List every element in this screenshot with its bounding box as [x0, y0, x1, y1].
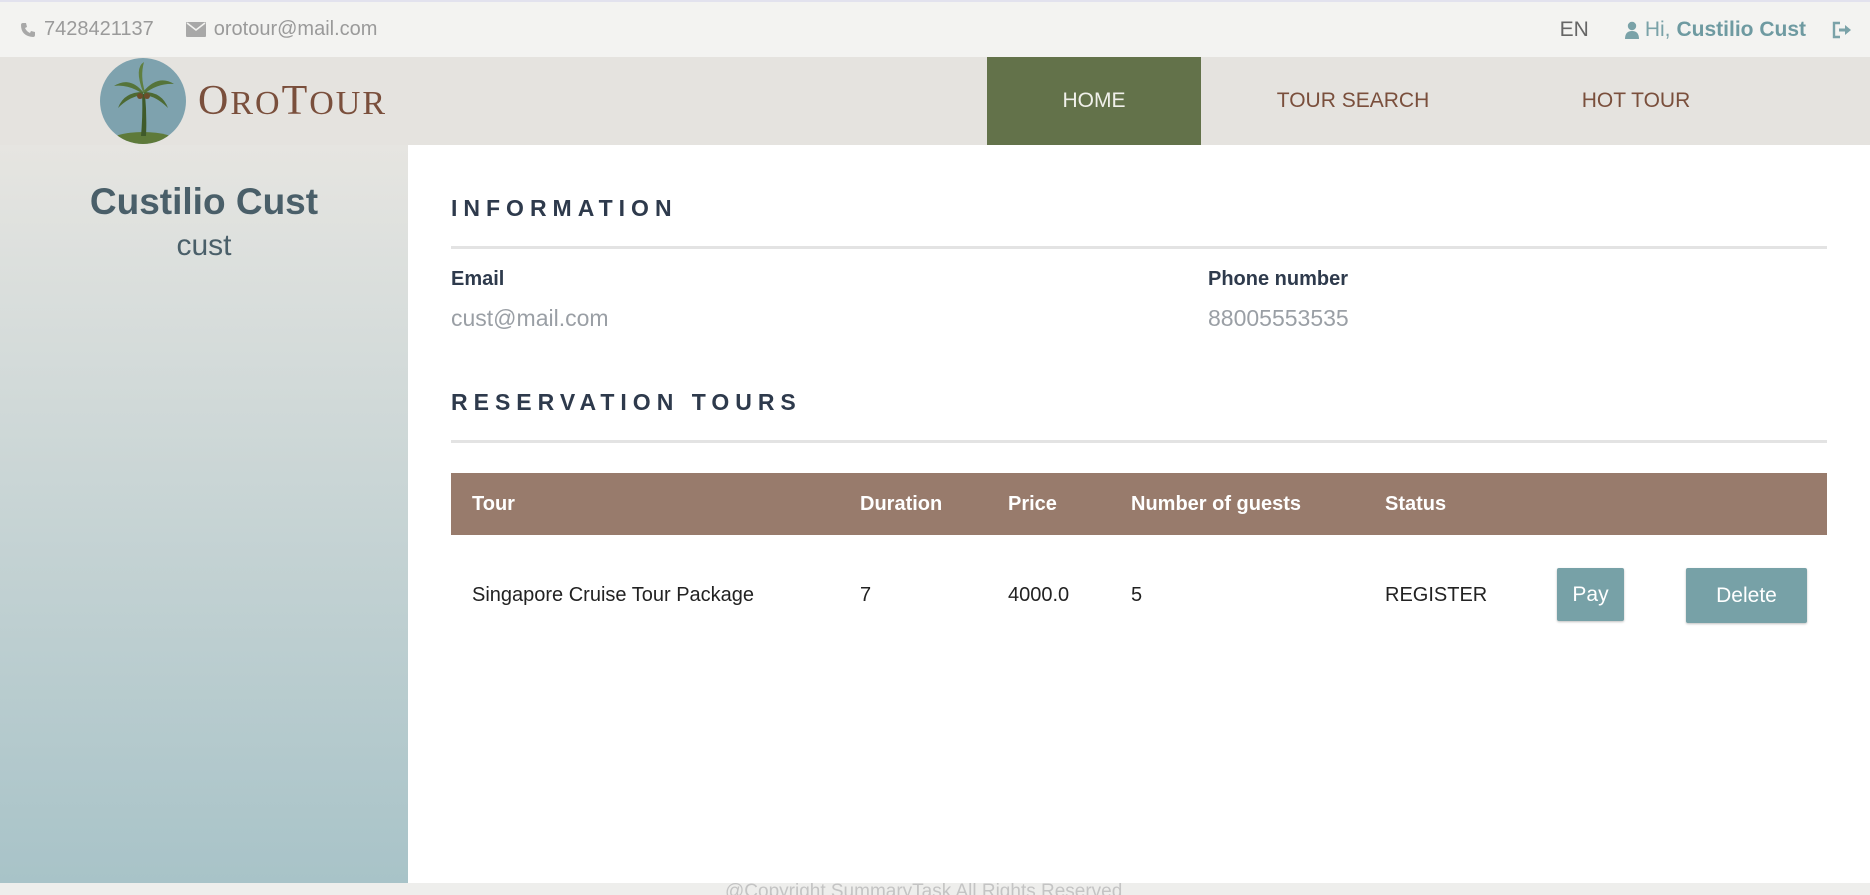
phone-value: 88005553535 [1208, 305, 1349, 331]
logout-button[interactable] [1832, 21, 1852, 39]
site-header: OROTOUR HOME TOUR SEARCH HOT TOUR [0, 57, 1870, 145]
email-link[interactable]: orotour@mail.com [214, 18, 378, 41]
reservations-heading: RESERVATION TOURS [451, 389, 802, 415]
pay-button[interactable]: Pay [1557, 568, 1624, 621]
profile-sidebar: Custilio Cust cust [0, 145, 408, 883]
language-switch[interactable]: EN [1560, 18, 1589, 42]
column-header-tour: Tour [472, 492, 515, 515]
email-value: cust@mail.com [451, 305, 609, 331]
reservations-table: Tour Duration Price Number of guests Sta… [451, 473, 1827, 655]
user-name-link[interactable]: Custilio Cust [1677, 18, 1807, 42]
phone-contact: 7428421137 [20, 18, 154, 41]
nav-hot-tour[interactable]: HOT TOUR [1505, 57, 1767, 145]
profile-full-name: Custilio Cust [89, 181, 319, 222]
cell-price: 4000.0 [1008, 583, 1070, 606]
logo-letter-t: T [281, 78, 310, 124]
envelope-icon [185, 22, 206, 37]
column-header-guests: Number of guests [1131, 492, 1302, 515]
reservations-divider [451, 440, 1827, 443]
palm-tree-icon [100, 58, 186, 144]
email-label: Email [451, 268, 505, 290]
user-area: EN Hi, Custilio Cust [1560, 2, 1852, 57]
column-header-status: Status [1385, 492, 1447, 515]
information-divider [451, 246, 1827, 249]
delete-button[interactable]: Delete [1686, 568, 1807, 623]
footer: @Copyright SummaryTask All Rights Reserv… [0, 883, 1870, 895]
phone-icon [21, 22, 35, 37]
logo-letter-o: O [198, 78, 231, 124]
logo-wordmark: OROTOUR [198, 77, 387, 125]
site-logo[interactable]: OROTOUR [100, 57, 387, 145]
cell-status: REGISTER [1385, 583, 1488, 606]
column-header-duration: Duration [860, 492, 943, 515]
sign-out-icon [1832, 21, 1851, 38]
table-header: Tour Duration Price Number of guests Sta… [451, 473, 1827, 535]
logo-letters-ro: RO [230, 85, 282, 122]
email-contact[interactable]: orotour@mail.com [185, 18, 378, 41]
column-header-price: Price [1008, 492, 1057, 515]
greeting-prefix: Hi, [1644, 17, 1671, 41]
phone-number-text: 7428421137 [44, 18, 154, 40]
logo-letters-our: OUR [309, 85, 388, 122]
cell-tour: Singapore Cruise Tour Package [472, 583, 755, 606]
nav-home[interactable]: HOME [987, 57, 1201, 145]
information-heading: INFORMATION [451, 195, 678, 221]
table-row: Singapore Cruise Tour Package 7 4000.0 5… [451, 535, 1827, 655]
top-bar: 7428421137 orotour@mail.com EN Hi, Custi… [0, 0, 1870, 57]
phone-label: Phone number [1208, 268, 1349, 290]
profile-login: cust [176, 229, 232, 262]
user-greeting[interactable]: Hi, Custilio Cust [1624, 17, 1807, 42]
cell-guests: 5 [1131, 583, 1143, 606]
contact-info: 7428421137 orotour@mail.com [20, 2, 409, 57]
user-icon [1624, 21, 1639, 39]
main-nav: HOME TOUR SEARCH HOT TOUR [987, 57, 1767, 145]
cell-duration: 7 [860, 583, 872, 606]
nav-tour-search[interactable]: TOUR SEARCH [1201, 57, 1505, 145]
copyright-text: @Copyright SummaryTask All Rights Reserv… [725, 883, 1123, 895]
